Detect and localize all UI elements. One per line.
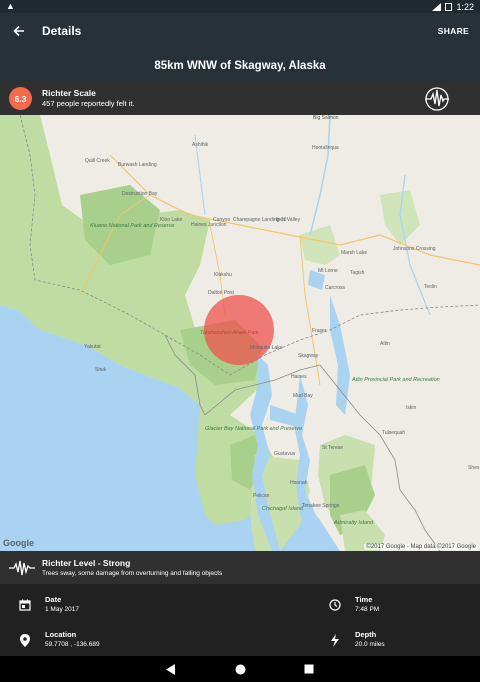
nav-back-icon — [166, 663, 175, 675]
map-place-label: Yakutat — [84, 344, 101, 350]
magnitude-scale-label: Richter Scale — [42, 88, 96, 98]
felt-report-text: 457 people reportedly felt it. — [42, 99, 135, 108]
map-place-label: Iskin — [406, 405, 417, 411]
depth-value: 20.0 miles — [355, 641, 385, 648]
time-label: Time — [355, 595, 373, 604]
map-place-label: Gustavus — [274, 451, 296, 457]
depth-label: Depth — [355, 630, 377, 639]
share-button[interactable]: SHARE — [438, 26, 469, 36]
map-place-label: Marsh Lake — [341, 250, 368, 256]
map-place-label: St Terese — [322, 445, 344, 451]
map-place-label: Mosquito Lake — [250, 345, 283, 351]
date-value: 1 May 2017 — [45, 606, 79, 613]
google-logo: Google — [3, 538, 34, 548]
nav-recents-icon — [304, 664, 314, 674]
place-title: 85km WNW of Skagway, Alaska — [0, 49, 480, 82]
map-place-label: Dalton Post — [208, 290, 234, 296]
map-attribution[interactable]: ©2017 Google - Map data ©2017 Google — [364, 544, 478, 550]
map-place-label: Mt Lorne — [318, 268, 338, 274]
location-value: 59.7708 , -136.689 — [45, 641, 100, 648]
map-place-label: Mud Bay — [293, 393, 313, 399]
map-place-label: Klukshu — [214, 272, 232, 278]
nav-recents-button[interactable] — [289, 656, 329, 682]
richter-level-description: Trees sway, some damage from overturning… — [42, 569, 223, 577]
seismic-wave-icon — [9, 560, 35, 575]
map-place-label: Fraser — [312, 328, 327, 334]
navigation-bar — [0, 656, 480, 682]
nav-home-button[interactable] — [220, 656, 260, 682]
map-place-label: Situk — [95, 367, 107, 373]
map-place-label: Glacier Bay National Park and Preserve — [205, 426, 302, 432]
richter-level-row: Richter Level - Strong Trees sway, some … — [0, 551, 480, 584]
map-place-label: Ibex Valley — [276, 217, 301, 223]
nav-home-icon — [235, 664, 245, 674]
arrow-back-icon — [13, 25, 24, 37]
nav-back-button[interactable] — [151, 656, 191, 682]
app-bar: Details SHARE — [0, 13, 480, 49]
richter-level-title: Richter Level - Strong — [42, 557, 131, 568]
calendar-icon — [18, 598, 32, 612]
location-label: Location — [45, 630, 77, 639]
depth-item: Depth 20.0 miles — [328, 630, 385, 650]
time-item: Time 7:48 PM — [328, 595, 379, 615]
magnitude-row: 6.3 Richter Scale 457 people reportedly … — [0, 82, 480, 115]
map-place-label: Teslin — [424, 284, 437, 290]
map-place-label: Ashihik — [192, 142, 209, 148]
map-place-label: Admiralty Island — [334, 520, 374, 526]
map-place-label: Pelican — [253, 493, 270, 499]
map-place-label: Canyon — [213, 217, 231, 223]
signal-icon — [432, 2, 442, 11]
notification-icon: ▲ — [6, 1, 15, 11]
screen: ▲ 1:22 Details SHARE 85km WNW of Skagway… — [0, 0, 480, 682]
map-place-label: Destruction Bay — [122, 191, 158, 197]
magnitude-badge: 6.3 — [9, 87, 32, 110]
map-place-label: Kluane National Park and Reserve — [90, 223, 174, 229]
map-place-label: Quill Creek — [85, 158, 110, 164]
status-time: 1:22 — [456, 1, 474, 12]
map-place-label: Atlin Provincial Park and Recreation — [352, 377, 440, 383]
map-place-label: Skagway — [298, 353, 319, 359]
map-place-label: Tatshenshini-Alsek Park — [200, 330, 259, 336]
map-place-label: Shes — [468, 465, 480, 471]
map-place-label: Tenakee Springs — [302, 503, 340, 509]
battery-icon — [445, 2, 453, 11]
date-item: Date 1 May 2017 — [18, 595, 79, 615]
map-place-label: Johnsons Crossing — [393, 246, 436, 252]
location-pin-icon — [18, 633, 32, 647]
app-title: Details — [42, 24, 82, 38]
map-place-label: Hootalinqua — [312, 145, 339, 151]
map-place-label: Haines — [291, 374, 307, 380]
map-place-label: Tulsequah — [382, 430, 406, 436]
map-place-label: Hoonah — [290, 480, 308, 486]
map-place-label: Atlin — [380, 341, 390, 347]
map-place-label: Burwash Landing — [118, 162, 157, 168]
lightning-icon — [328, 633, 342, 647]
status-bar: ▲ 1:22 — [0, 0, 480, 13]
seismograph-icon[interactable] — [424, 86, 450, 112]
earthquake-map[interactable]: Big Salmon Ashihik Hootalinqua Quill Cre… — [0, 115, 480, 551]
back-button[interactable] — [0, 13, 38, 49]
location-item: Location 59.7708 , -136.689 — [18, 630, 100, 650]
map-place-label: Carcross — [325, 285, 346, 291]
map-place-label: Tagish — [350, 270, 365, 276]
details-area: Date 1 May 2017 Time 7:48 PM Location 59… — [0, 584, 480, 656]
date-label: Date — [45, 595, 62, 604]
clock-icon — [328, 598, 342, 612]
time-value: 7:48 PM — [355, 606, 380, 613]
map-place-label: Big Salmon — [313, 115, 339, 121]
map-place-label: Chichagof Island — [262, 506, 303, 512]
